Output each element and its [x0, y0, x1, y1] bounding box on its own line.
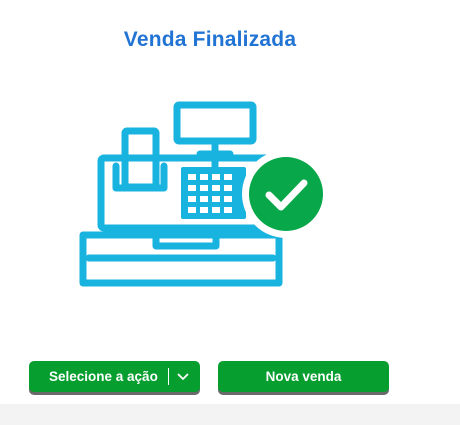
page-title: Venda Finalizada — [123, 28, 297, 51]
select-action-button[interactable]: Selecione a ação — [29, 361, 200, 392]
checkmark-icon — [242, 150, 330, 238]
button-divider — [167, 368, 169, 385]
new-sale-button[interactable]: Nova venda — [218, 361, 389, 392]
sale-complete-illustration — [76, 96, 336, 296]
cash-register-icon — [79, 101, 330, 287]
sale-completed-page: Venda Finalizada Selecione a ação Nova v… — [0, 0, 460, 425]
footer-bar — [0, 404, 460, 425]
chevron-down-icon[interactable] — [176, 370, 190, 384]
select-action-label: Selecione a ação — [49, 369, 158, 384]
new-sale-label: Nova venda — [265, 369, 342, 384]
